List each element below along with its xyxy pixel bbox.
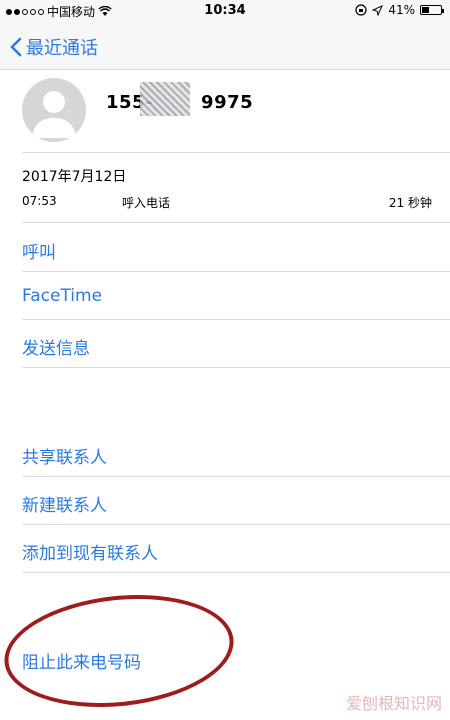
back-button[interactable]: 最近通话 <box>10 34 98 60</box>
status-right: 41% <box>355 3 444 17</box>
call-time: 07:53 <box>22 194 57 208</box>
divider <box>22 319 450 320</box>
divider <box>22 524 450 525</box>
annotation-circle <box>0 584 240 718</box>
status-bar: 中国移动 10:34 41% <box>0 0 450 22</box>
call-button[interactable]: 呼叫 <box>22 238 56 263</box>
divider <box>22 476 450 477</box>
chevron-left-icon <box>10 37 22 57</box>
battery-icon <box>420 5 444 15</box>
divider <box>22 572 450 573</box>
person-silhouette-icon <box>32 91 76 138</box>
location-icon <box>372 4 384 16</box>
contact-header: 155- 9975 <box>0 70 450 152</box>
facetime-button[interactable]: FaceTime <box>22 286 102 306</box>
divider <box>22 367 450 368</box>
back-label: 最近通话 <box>26 38 98 59</box>
watermark: 爱刨根知识网 <box>345 694 442 713</box>
divider <box>22 271 450 272</box>
share-contact-button[interactable]: 共享联系人 <box>22 443 107 468</box>
new-contact-button[interactable]: 新建联系人 <box>22 491 107 516</box>
phone-suffix: 9975 <box>201 92 254 113</box>
divider <box>22 222 450 223</box>
call-type: 呼入电话 <box>122 196 171 210</box>
avatar <box>22 78 86 142</box>
call-duration: 21 秒钟 <box>388 196 432 210</box>
call-date: 2017年7月12日 <box>22 169 127 185</box>
nav-bar: 最近通话 <box>0 22 450 70</box>
send-message-button[interactable]: 发送信息 <box>22 334 90 359</box>
redaction-scribble <box>140 82 190 116</box>
rotation-lock-icon <box>355 4 367 16</box>
battery-percent: 41% <box>388 3 415 17</box>
add-to-existing-contact-button[interactable]: 添加到现有联系人 <box>22 539 158 564</box>
divider <box>22 152 450 153</box>
